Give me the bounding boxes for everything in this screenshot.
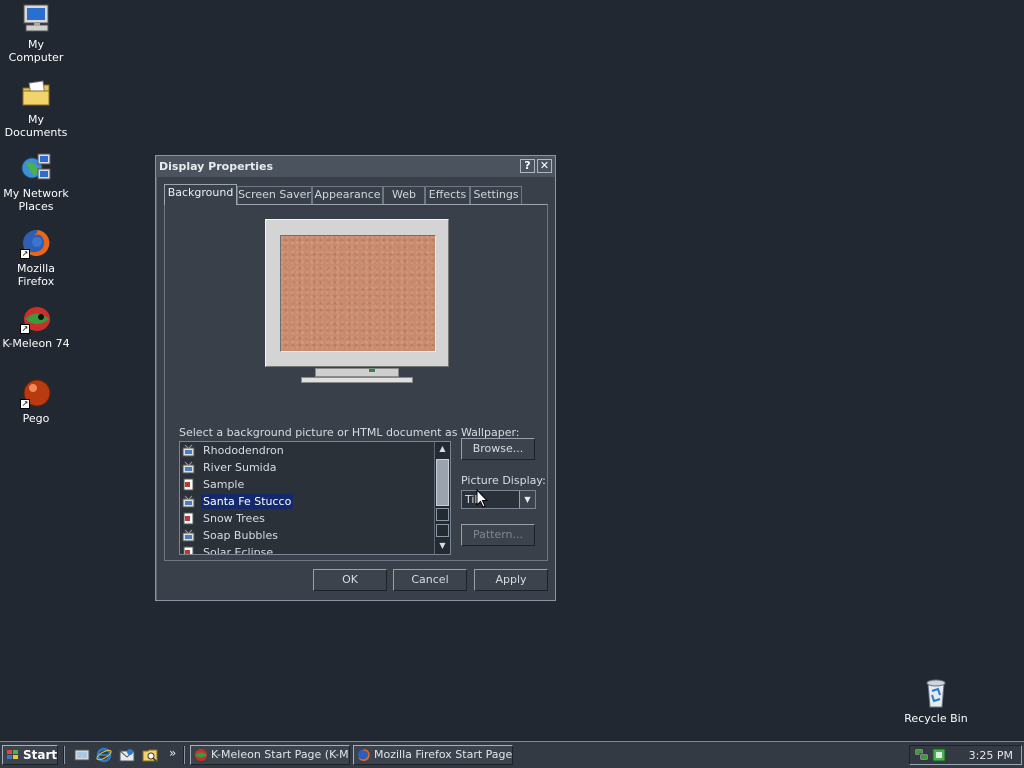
tab-appearance[interactable]: Appearance [312,186,383,204]
taskbar-separator [183,746,185,764]
shortcut-arrow-icon: ↗ [20,249,30,259]
taskbar: Start » K-Meleon Start Page (K-M... Mozi… [0,741,1024,768]
list-item-selected[interactable]: Santa Fe Stucco [182,493,294,510]
folder-search-icon[interactable] [142,747,158,763]
outlook-express-icon[interactable] [119,747,135,763]
pattern-button[interactable]: Pattern... [461,524,535,546]
monitor-power-led [369,369,375,372]
desktop-icon-label: My Documents [4,113,68,139]
tab-screen-saver[interactable]: Screen Saver [237,186,312,204]
task-button-label: K-Meleon Start Page (K-M... [211,748,350,761]
scroll-up-arrow-icon[interactable]: ▲ [435,442,450,456]
recycle-bin-icon [920,677,952,709]
scrollbar-thumb[interactable] [436,459,449,506]
list-item[interactable]: Snow Trees [182,510,267,527]
clock[interactable]: 3:25 PM [969,749,1013,762]
help-button[interactable]: ? [520,159,535,173]
list-item[interactable]: Soap Bubbles [182,527,280,544]
show-desktop-icon[interactable] [74,747,90,763]
pego-icon: ↗ [20,377,52,409]
wallpaper-image-icon [182,444,195,457]
desktop-icon-recycle-bin[interactable]: Recycle Bin [900,677,972,725]
desktop-icon-mozilla-firefox[interactable]: ↗ Mozilla Firefox [0,227,72,288]
picture-display-label: Picture Display: [461,474,546,487]
desktop-icon-label: Pego [22,412,50,425]
k-meleon-icon: ↗ [20,302,52,334]
wallpaper-image-icon [182,495,195,508]
desktop-icon-label: Mozilla Firefox [17,262,55,288]
wallpaper-preview-monitor [265,219,449,383]
desktop-icon-label: My Computer [8,38,64,64]
scrollbar-track-marker [436,524,449,537]
display-properties-dialog: Display Properties ? ✕ Background Screen… [155,155,556,601]
desktop-icon-label: K-Meleon 74 [2,337,70,350]
task-button-firefox[interactable]: Mozilla Firefox Start Page... [353,745,513,765]
picture-display-select[interactable]: Tile ▼ [461,490,536,509]
desktop-icon-pego[interactable]: ↗ Pego [0,377,72,425]
my-computer-icon [20,3,52,35]
monitor-stand [315,368,399,377]
tab-web[interactable]: Web [383,186,425,204]
dialog-title-bar[interactable]: Display Properties ? ✕ [156,156,555,177]
background-tab-panel: Select a background picture or HTML docu… [164,204,548,561]
desktop-icon-my-documents[interactable]: My Documents [0,78,72,139]
scroll-down-arrow-icon[interactable]: ▼ [435,539,450,553]
tray-app-icon[interactable] [932,748,946,762]
list-item[interactable]: Sample [182,476,246,493]
wallpaper-list[interactable]: Rhododendron River Sumida Sample Santa F… [179,441,451,555]
browse-button[interactable]: Browse... [461,438,535,460]
close-button[interactable]: ✕ [537,159,552,173]
monitor-bezel [265,219,449,367]
desktop-icon-label: Recycle Bin [904,712,968,725]
quick-launch-chevron[interactable]: » [169,746,176,760]
tab-settings[interactable]: Settings [470,186,522,204]
apply-button[interactable]: Apply [474,569,548,591]
wallpaper-preview [280,235,436,352]
html-document-icon [182,546,195,554]
html-document-icon [182,512,195,525]
wallpaper-list-scrollbar[interactable]: ▲ ▼ [434,442,450,554]
scrollbar-track-marker [436,508,449,521]
start-button[interactable]: Start [2,745,58,765]
list-item[interactable]: Solar Eclipse [182,544,275,554]
internet-explorer-icon[interactable] [96,747,112,763]
shortcut-arrow-icon: ↗ [20,399,30,409]
windows-flag-icon [7,750,18,759]
desktop-icon-my-network-places[interactable]: My Network Places [0,152,72,213]
start-label: Start [23,748,58,762]
task-button-k-meleon[interactable]: K-Meleon Start Page (K-M... [190,745,350,765]
tab-effects[interactable]: Effects [425,186,470,204]
mouse-cursor-icon [476,489,488,508]
k-meleon-icon [195,749,207,761]
desktop-icon-my-computer[interactable]: My Computer [0,3,72,64]
taskbar-separator [63,746,65,764]
network-connection-icon[interactable] [914,748,930,762]
shortcut-arrow-icon: ↗ [20,324,30,334]
monitor-base [301,377,413,383]
cancel-button[interactable]: Cancel [393,569,467,591]
tab-background[interactable]: Background [164,184,237,205]
my-network-places-icon [20,152,52,184]
list-item[interactable]: Rhododendron [182,442,286,459]
dialog-title: Display Properties [159,160,274,173]
firefox-icon [358,749,370,761]
html-document-icon [182,478,195,491]
firefox-icon: ↗ [20,227,52,259]
chevron-down-icon[interactable]: ▼ [519,491,535,508]
wallpaper-image-icon [182,529,195,542]
my-documents-icon [20,78,52,110]
wallpaper-image-icon [182,461,195,474]
system-tray: 3:25 PM [909,745,1022,765]
task-button-label: Mozilla Firefox Start Page... [374,748,513,761]
ok-button[interactable]: OK [313,569,387,591]
list-item[interactable]: River Sumida [182,459,278,476]
desktop-icon-label: My Network Places [3,187,69,213]
desktop-icon-k-meleon[interactable]: ↗ K-Meleon 74 [0,302,72,350]
